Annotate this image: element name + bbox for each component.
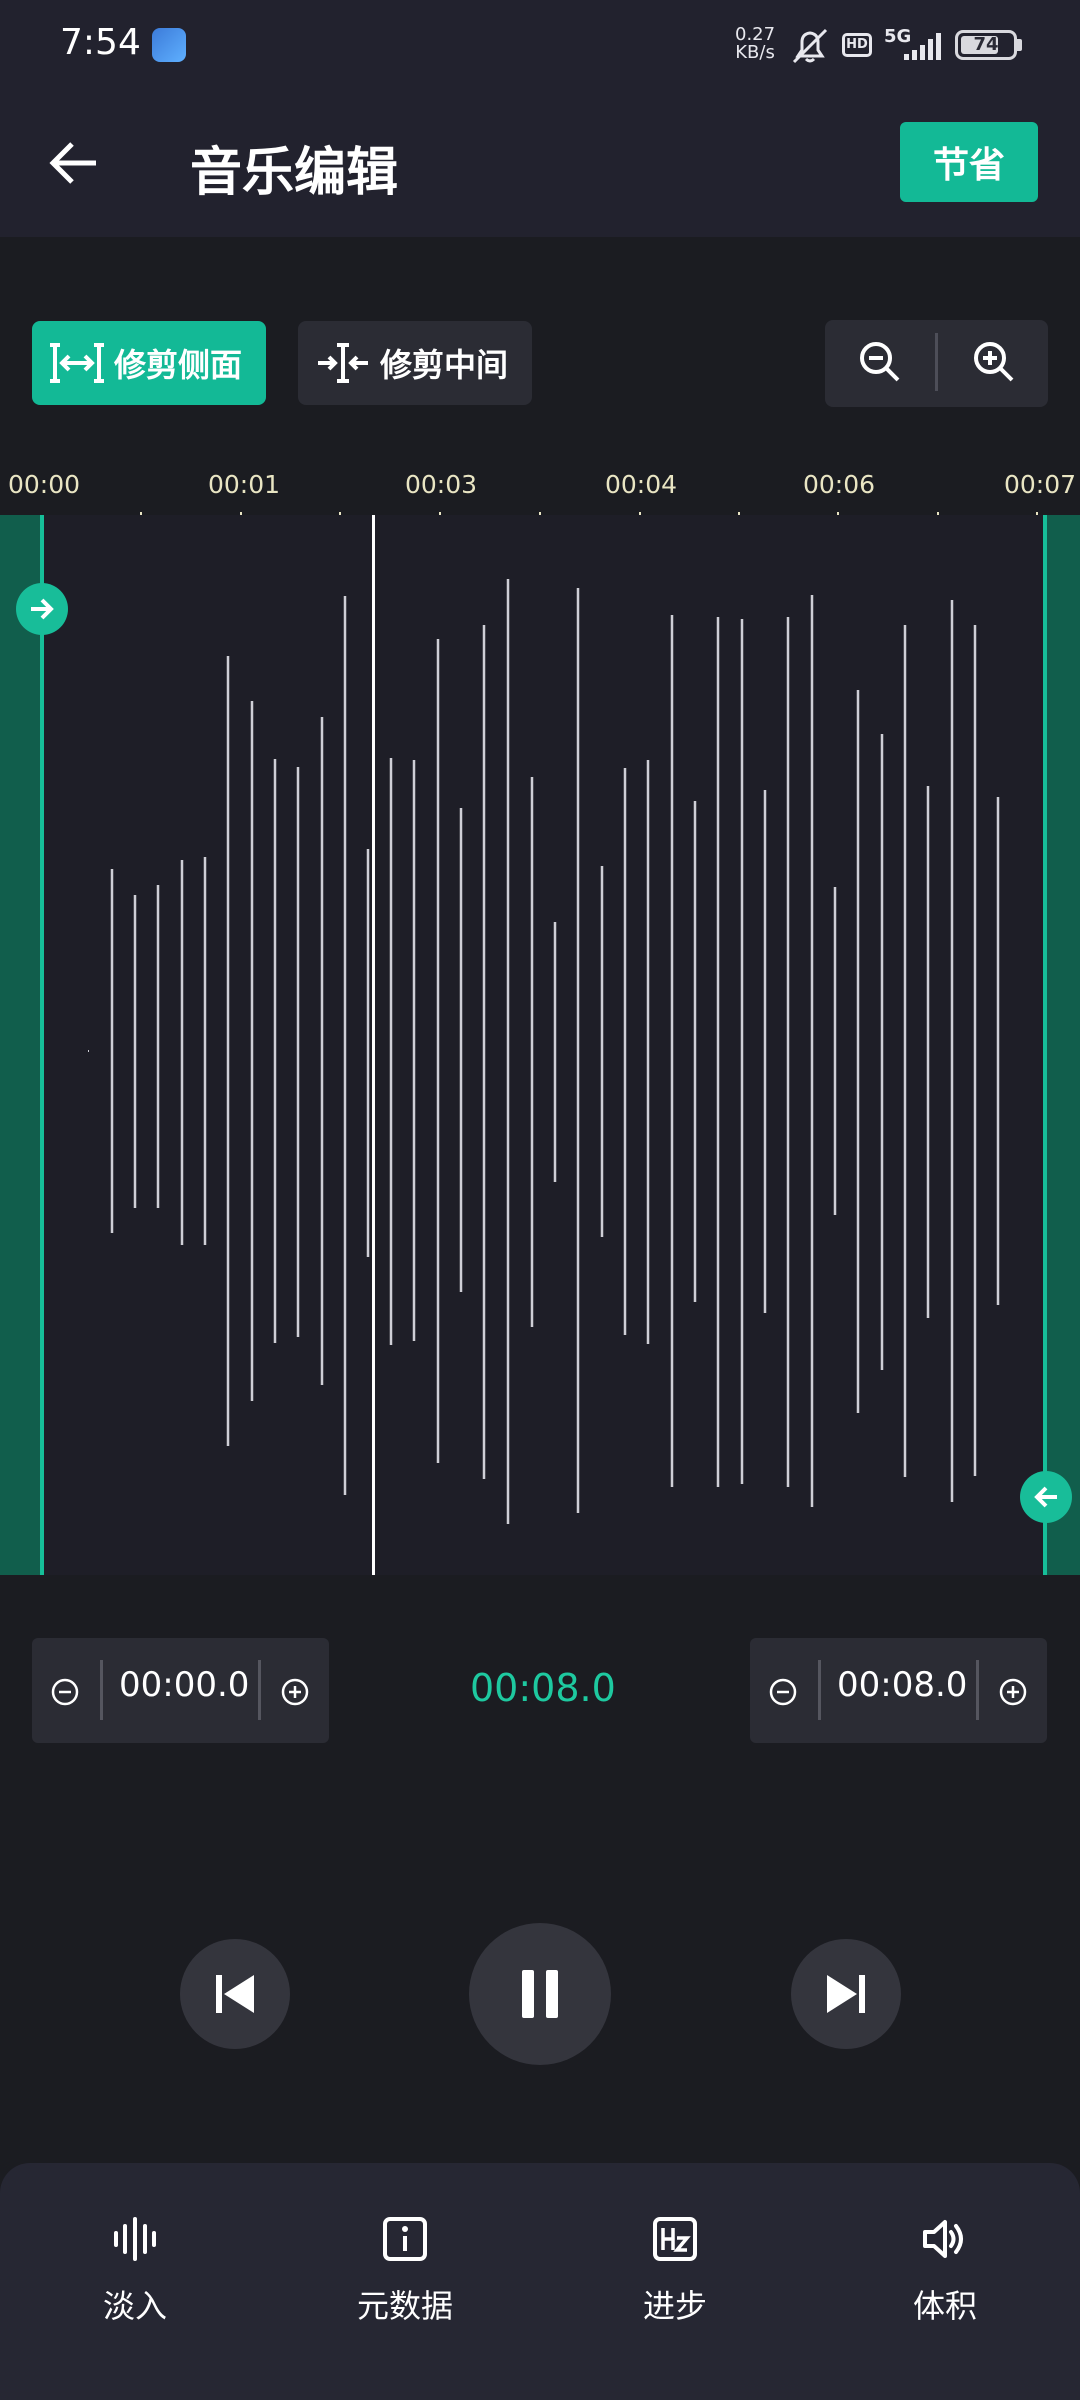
zoom-divider [935, 333, 938, 391]
separator [258, 1660, 261, 1720]
separator [976, 1660, 979, 1720]
battery-cap [1017, 39, 1022, 51]
trim-middle-label: 修剪中间 [380, 346, 509, 384]
minus-circle-icon[interactable] [50, 1677, 80, 1707]
hd-badge: HD [842, 33, 872, 57]
playhead[interactable] [372, 515, 375, 1575]
trim-end-handle[interactable] [1020, 1471, 1072, 1523]
nav-label: 体积 [912, 2287, 977, 2325]
timeline-tick-label: 00:07 [1004, 470, 1077, 499]
skip-next-icon [827, 1975, 865, 2013]
plus-circle-icon[interactable] [998, 1677, 1028, 1707]
fade-in-tab[interactable]: 淡入 [45, 2215, 225, 2355]
battery-icon: 74 [955, 30, 1017, 60]
pause-icon [522, 1970, 558, 2018]
timeline-tick-label: 00:06 [803, 470, 876, 499]
timeline-tick-label: 00:01 [208, 470, 281, 499]
back-arrow-icon[interactable] [40, 128, 110, 198]
skip-back-button[interactable] [180, 1939, 290, 2049]
hz-icon [653, 2217, 697, 2261]
timeline-tick-label: 00:04 [605, 470, 678, 499]
net-speed-unit: KB/s [735, 42, 775, 63]
trim-end-line[interactable] [1043, 515, 1047, 1575]
trim-end-time[interactable]: 00:08.0 [837, 1665, 967, 1705]
timeline-tick-label: 00:00 [8, 470, 81, 499]
separator [818, 1660, 821, 1720]
trim-middle-icon [318, 343, 368, 383]
page-title: 音乐编辑 [190, 143, 399, 203]
trim-start-time[interactable]: 00:00.0 [119, 1665, 249, 1705]
net-speed: 0.27 KB/s [735, 26, 775, 62]
timeline-tick-label: 00:03 [405, 470, 478, 499]
duration-display: 00:08.0 [470, 1666, 616, 1710]
arrow-left-icon [1034, 1486, 1057, 1508]
metadata-tab[interactable]: 元数据 [315, 2215, 495, 2355]
zoom-in-icon[interactable] [970, 338, 1018, 386]
battery-level: 74 [973, 34, 999, 55]
app-icon [152, 28, 186, 62]
trim-sides-label: 修剪侧面 [114, 346, 243, 384]
nav-label: 进步 [642, 2287, 707, 2325]
nav-label: 元数据 [356, 2287, 453, 2325]
minus-circle-icon[interactable] [768, 1677, 798, 1707]
status-time: 7:54 [60, 22, 141, 63]
pause-button[interactable] [469, 1923, 611, 2065]
arrow-right-icon [31, 598, 54, 620]
separator [100, 1660, 103, 1720]
progress-tab[interactable]: 进步 [585, 2215, 765, 2355]
skip-forward-button[interactable] [791, 1939, 901, 2049]
volume-tab[interactable]: 体积 [855, 2215, 1035, 2355]
signal-icon [904, 33, 941, 60]
trim-start-line[interactable] [40, 515, 44, 1575]
waveform-icon [114, 2217, 156, 2261]
volume-icon [923, 2220, 963, 2258]
mute-icon [792, 28, 828, 64]
waveform [88, 579, 1000, 1524]
trim-sides-icon [50, 343, 104, 383]
save-button[interactable]: 节省 [900, 122, 1038, 202]
trim-middle-button[interactable]: 修剪中间 [298, 321, 532, 405]
info-icon [383, 2217, 427, 2261]
zoom-out-icon[interactable] [856, 338, 904, 386]
plus-circle-icon[interactable] [280, 1677, 310, 1707]
nav-label: 淡入 [102, 2287, 167, 2325]
trim-sides-button[interactable]: 修剪侧面 [32, 321, 266, 405]
trim-start-handle[interactable] [16, 583, 68, 635]
skip-previous-icon [216, 1975, 254, 2013]
